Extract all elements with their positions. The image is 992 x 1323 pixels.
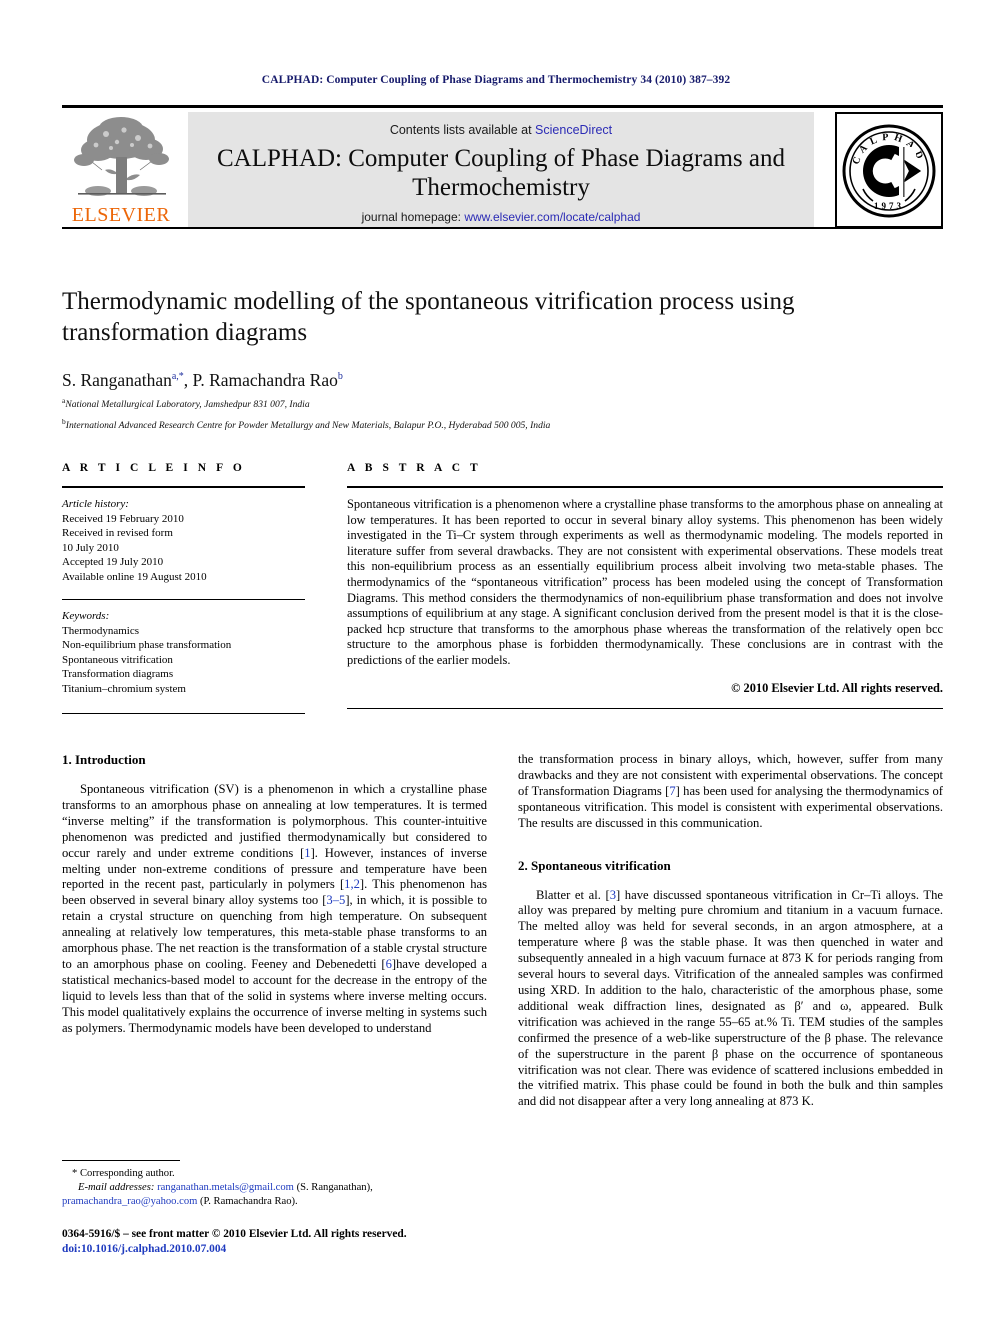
article-history-item: 10 July 2010 <box>62 541 119 554</box>
keyword-item: Non-equilibrium phase transformation <box>62 639 232 652</box>
author-2-affil-marker[interactable]: b <box>338 371 343 382</box>
author-2-name: P. Ramachandra Rao <box>192 370 338 390</box>
calphad-seal-icon: CALPHAD 1973 <box>842 124 936 218</box>
journal-band: Contents lists available at ScienceDirec… <box>188 112 814 228</box>
citation-ref[interactable]: 1,2 <box>344 877 360 891</box>
spontaneous-vitrification-paragraph: Blatter et al. [3] have discussed sponta… <box>518 888 943 1111</box>
keyword-item: Thermodynamics <box>62 624 139 637</box>
affiliation-a: aNational Metallurgical Laboratory, Jams… <box>62 394 943 412</box>
introduction-paragraph-continued: the transformation process in binary all… <box>518 752 943 832</box>
elsevier-wordmark: ELSEVIER <box>71 204 171 226</box>
author-list: S. Ranganathana,*, P. Ramachandra Raob <box>62 370 943 391</box>
section-heading-spontaneous-vitrification: 2. Spontaneous vitrification <box>518 857 671 873</box>
journal-title: CALPHAD: Computer Coupling of Phase Diag… <box>216 145 785 201</box>
footnote-block: * Corresponding author. E-mail addresses… <box>62 1160 487 1257</box>
article-info-heading: A R T I C L E I N F O <box>62 462 246 474</box>
masthead-top-rule <box>62 105 943 108</box>
abstract-column: A B S T R A C T Spontaneous vitrificatio… <box>347 462 943 710</box>
doi-line[interactable]: doi:10.1016/j.calphad.2010.07.004 <box>62 1242 487 1257</box>
affiliation-b: bInternational Advanced Research Centre … <box>62 415 943 433</box>
contents-prefix: Contents lists available at <box>389 123 536 137</box>
footnote-rule <box>62 1160 180 1162</box>
para-text: Blatter et al. [ <box>536 887 610 902</box>
keyword-item: Titanium–chromium system <box>62 683 186 696</box>
article-info-rule-mid <box>62 598 305 601</box>
corresponding-text: Corresponding author. <box>79 1168 175 1180</box>
article-info-rule-bottom <box>62 712 305 715</box>
article-history: Article history: Received 19 February 20… <box>62 497 305 585</box>
page-title: Thermodynamic modelling of the spontaneo… <box>62 288 795 346</box>
sciencedirect-link[interactable]: ScienceDirect <box>535 123 612 137</box>
masthead-bottom-rule <box>62 227 943 229</box>
section-heading-introduction: 1. Introduction <box>62 752 146 767</box>
journal-masthead: ELSEVIER Contents lists available at Sci… <box>62 105 943 229</box>
abstract-text: Spontaneous vitrification is a phenomeno… <box>347 497 943 667</box>
paper-page: CALPHAD: Computer Coupling of Phase Diag… <box>0 0 992 1323</box>
svg-text:1973: 1973 <box>874 201 904 211</box>
citation-ref[interactable]: 3–5 <box>326 893 345 907</box>
affiliation-a-text: National Metallurgical Laboratory, Jamsh… <box>65 399 310 411</box>
running-head: CALPHAD: Computer Coupling of Phase Diag… <box>261 74 731 86</box>
author-1-affil-marker[interactable]: a,* <box>172 371 184 382</box>
keywords-list: Keywords: Thermodynamics Non-equilibrium… <box>62 609 305 697</box>
elsevier-tree-icon <box>64 114 178 202</box>
abstract-rule-bottom <box>347 707 943 710</box>
email-owner-1: (S. Ranganathan), <box>296 1182 373 1194</box>
article-history-item: Accepted 19 July 2010 <box>62 556 164 569</box>
article-history-item: Received in revised form <box>62 527 173 540</box>
abstract-heading: A B S T R A C T <box>347 462 482 474</box>
abstract-rule-top <box>347 486 943 488</box>
abstract-copyright: © 2010 Elsevier Ltd. All rights reserved… <box>731 680 943 695</box>
article-history-label: Article history: <box>62 498 129 510</box>
email-link-1[interactable]: ranganathan.metals@gmail.com <box>157 1182 294 1193</box>
keyword-item: Transformation diagrams <box>62 668 174 681</box>
calphad-logo: CALPHAD 1973 <box>835 112 943 228</box>
email-addresses-line: E-mail addresses: ranganathan.metals@gma… <box>62 1181 487 1209</box>
para-text: ] have discussed spontaneous vitrificati… <box>518 887 943 1109</box>
body-column-left: 1. Introduction Spontaneous vitrificatio… <box>62 752 487 1037</box>
body-column-right: the transformation process in binary all… <box>518 752 943 1110</box>
author-1-name: S. Ranganathan <box>62 370 172 390</box>
journal-homepage-link[interactable]: www.elsevier.com/locate/calphad <box>464 210 640 224</box>
email-owner-2: (P. Ramachandra Rao). <box>200 1196 298 1208</box>
author-separator: , <box>183 370 193 390</box>
corresponding-marker: * <box>72 1168 78 1180</box>
corresponding-author-line: * Corresponding author. <box>62 1167 487 1181</box>
affiliation-b-text: International Advanced Research Centre f… <box>65 420 551 432</box>
keywords-label: Keywords: <box>62 610 110 623</box>
issn-line: 0364-5916/$ – see front matter © 2010 El… <box>62 1228 407 1241</box>
article-history-item: Received 19 February 2010 <box>62 512 184 525</box>
homepage-prefix: journal homepage: <box>361 210 465 224</box>
article-info-column: A R T I C L E I N F O Article history: R… <box>62 462 305 715</box>
email-link-2[interactable]: pramachandra_rao@yahoo.com <box>62 1196 197 1207</box>
article-info-rule-top <box>62 486 305 488</box>
keyword-item: Spontaneous vitrification <box>62 653 173 666</box>
contents-available-line: Contents lists available at ScienceDirec… <box>188 112 814 137</box>
article-history-item: Available online 19 August 2010 <box>62 570 207 583</box>
email-label: E-mail addresses: <box>78 1182 155 1194</box>
introduction-paragraph: Spontaneous vitrification (SV) is a phen… <box>62 782 487 1037</box>
elsevier-logo: ELSEVIER <box>62 112 180 228</box>
journal-homepage-line: journal homepage: www.elsevier.com/locat… <box>188 210 814 224</box>
title-block: Thermodynamic modelling of the spontaneo… <box>62 286 943 433</box>
